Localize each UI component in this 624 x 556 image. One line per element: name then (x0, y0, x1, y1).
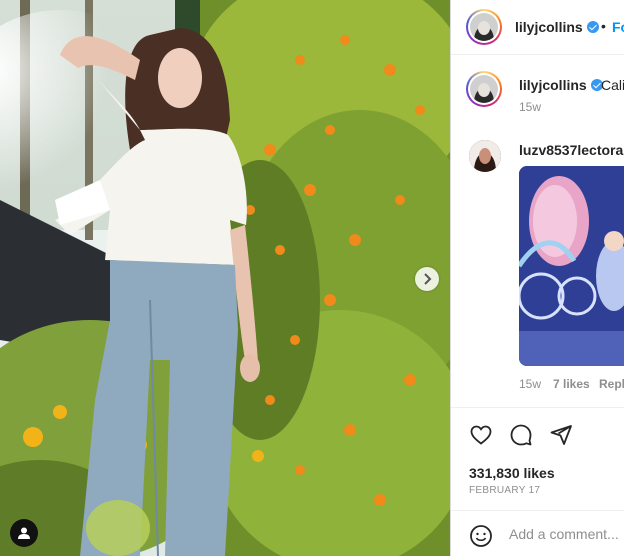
header-username[interactable]: lilyjcollins (515, 19, 599, 35)
comment-gif (519, 166, 624, 366)
add-comment-input[interactable]: Add a comment... (509, 526, 619, 542)
caption-username[interactable]: lilyjcollins (519, 77, 603, 93)
comment-icon[interactable] (509, 423, 533, 447)
gif-illustration (519, 166, 624, 366)
comment-reply-button[interactable]: Repl (599, 377, 624, 391)
caption-text: Cali (601, 77, 624, 93)
post-date[interactable]: FEBRUARY 17 (469, 485, 540, 496)
post-header: lilyjcollins • Fo (451, 0, 624, 55)
chevron-right-icon (424, 273, 432, 285)
comment-avatar[interactable] (469, 140, 501, 172)
like-count[interactable]: 331,830 likes (469, 465, 555, 481)
caption-timestamp[interactable]: 15w (519, 100, 541, 114)
actions-divider (451, 407, 624, 408)
user-icon (18, 527, 30, 539)
avatar-image (470, 13, 498, 41)
separator-dot: • (601, 18, 606, 34)
send-icon[interactable] (549, 423, 573, 447)
comment-username[interactable]: luzv8537lectora (519, 142, 623, 158)
photo-illustration (0, 0, 450, 556)
avatar-image (469, 140, 501, 172)
follow-button[interactable]: Fo (612, 19, 624, 35)
comment-likes[interactable]: 7 likes (553, 377, 590, 391)
comment-timestamp[interactable]: 15w (519, 377, 541, 391)
post-photo[interactable] (0, 0, 450, 556)
tagged-users-button[interactable] (10, 519, 38, 547)
profile-avatar[interactable] (466, 9, 502, 45)
next-photo-button[interactable] (415, 267, 439, 291)
avatar-image (470, 75, 498, 103)
caption-avatar[interactable] (466, 71, 502, 107)
heart-icon[interactable] (469, 423, 493, 447)
verified-badge-icon (586, 21, 599, 33)
emoji-icon[interactable] (469, 524, 493, 548)
post-side-panel: lilyjcollins • Fo lilyjcollins Cali 15w … (450, 0, 624, 556)
